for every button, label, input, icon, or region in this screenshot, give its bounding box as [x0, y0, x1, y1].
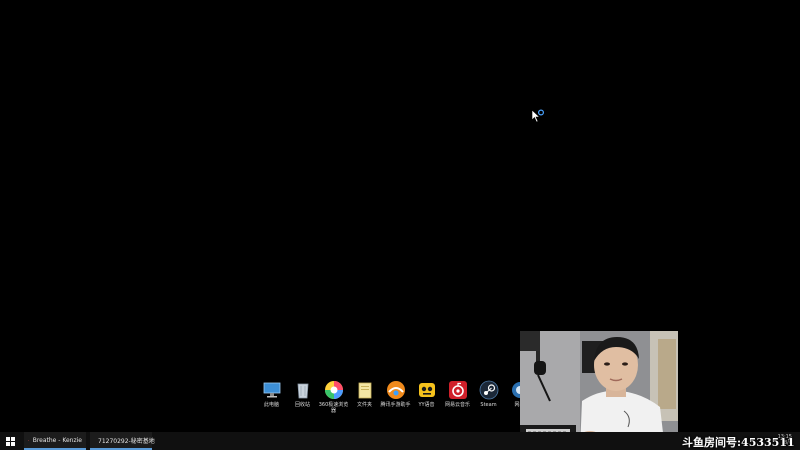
360-browser-icon [323, 380, 345, 400]
taskbar-item-netease-music[interactable]: Breathe - Kenzie [24, 432, 86, 450]
desktop-icon-label: 回收站 [294, 402, 310, 408]
desktop-screen: 此电脑 回收站 360极速浏览器 文件夹 腾讯手游助手 YY语音 网易云音乐 S… [0, 0, 800, 450]
yy-voice-icon [416, 380, 438, 400]
desktop-icon-label: YY语音 [418, 402, 435, 408]
desktop-icon-label: 网易云音乐 [444, 402, 470, 408]
desktop-icon-label: Steam [480, 402, 497, 408]
folder-icon [354, 380, 376, 400]
taskbar: Breathe - Kenzie 71270292-秘密基地 13:15 8/6 [0, 432, 800, 450]
desktop-icon-steam[interactable]: Steam [473, 380, 504, 414]
desktop-icon-label: 文件夹 [356, 402, 372, 408]
room-number-label: 斗鱼房间号:4533511 [682, 436, 795, 449]
desktop-icon-label: 360极速浏览器 [318, 402, 349, 414]
mouse-cursor-busy-icon [531, 109, 545, 123]
desktop-icon-360-browser[interactable]: 360极速浏览器 [318, 380, 349, 414]
desktop-icon-label: 此电脑 [263, 402, 279, 408]
desktop-icon-tencent-assistant[interactable]: 腾讯手游助手 [380, 380, 411, 414]
windows-logo-icon [5, 436, 15, 446]
this-pc-icon [261, 380, 283, 400]
desktop-icon-label: 腾讯手游助手 [380, 402, 411, 408]
tencent-mobile-assistant-icon [385, 380, 407, 400]
netease-music-icon [28, 439, 29, 441]
recycle-bin-icon [292, 380, 314, 400]
desktop-icon-recycle-bin[interactable]: 回收站 [287, 380, 318, 414]
desktop-icon-this-pc[interactable]: 此电脑 [256, 380, 287, 414]
taskbar-item-label: 71270292-秘密基地 [98, 437, 155, 445]
start-button[interactable] [0, 432, 20, 450]
steam-icon [478, 380, 500, 400]
desktop-icon-row: 此电脑 回收站 360极速浏览器 文件夹 腾讯手游助手 YY语音 网易云音乐 S… [256, 380, 535, 414]
taskbar-item-label: Breathe - Kenzie [32, 436, 82, 444]
desktop-icon-yy-voice[interactable]: YY语音 [411, 380, 442, 414]
netease-music-icon [447, 380, 469, 400]
desktop-icon-netease-music[interactable]: 网易云音乐 [442, 380, 473, 414]
taskbar-item-yy-voice[interactable]: 71270292-秘密基地 [90, 432, 155, 450]
desktop-icon-folder[interactable]: 文件夹 [349, 380, 380, 414]
